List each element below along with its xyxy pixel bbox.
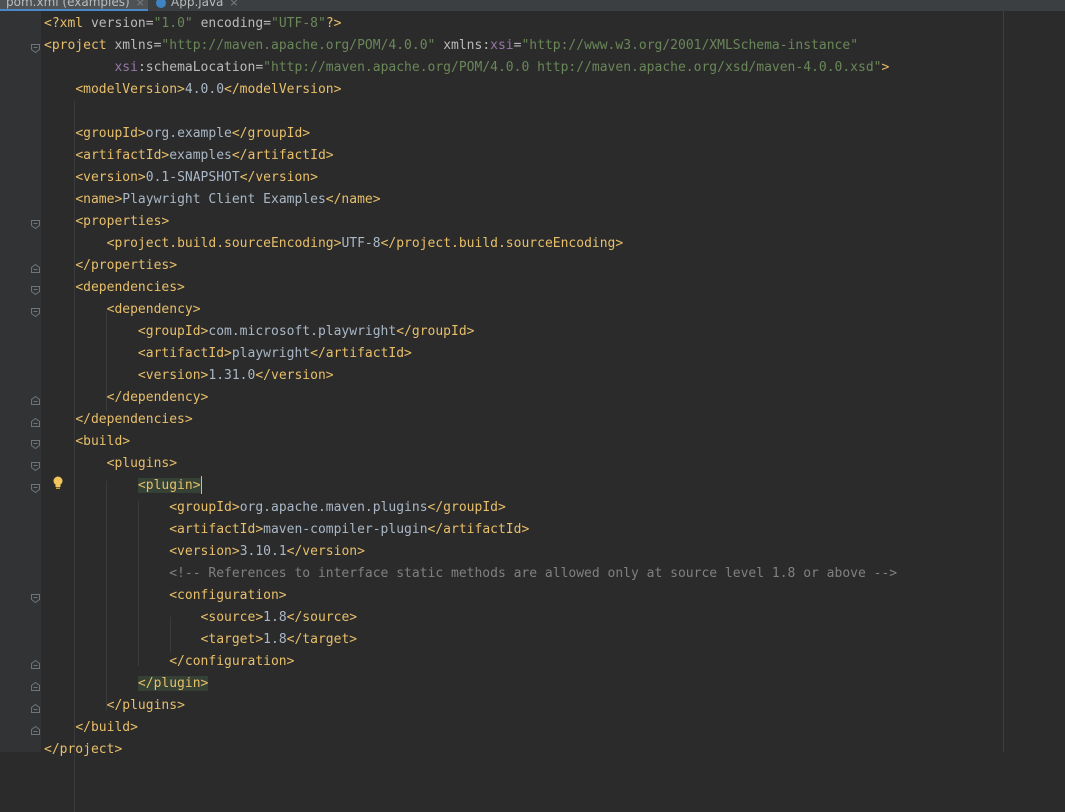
code-line: <configuration> xyxy=(169,588,287,603)
fold-marker-icon[interactable] xyxy=(31,594,40,603)
code-line: <?xml version="1.0" encoding="UTF-8"?> xyxy=(44,16,342,31)
code-line: <version>0.1-SNAPSHOT</version> xyxy=(75,170,318,185)
code-line: <target>1.8</target> xyxy=(200,632,358,647)
code-line: <project.build.sourceEncoding>UTF-8</pro… xyxy=(106,236,624,251)
code-line: </project> xyxy=(44,742,123,757)
code-line: <version>1.31.0</version> xyxy=(137,368,334,383)
fold-marker-icon[interactable] xyxy=(31,44,40,53)
fold-marker-icon[interactable] xyxy=(31,440,40,449)
fold-marker-icon[interactable] xyxy=(31,220,40,229)
fold-marker-icon[interactable] xyxy=(31,308,40,317)
code-line: </plugin> xyxy=(44,673,209,695)
java-file-icon xyxy=(156,0,166,8)
code-line: </dependency> xyxy=(106,390,209,405)
tab-label: App.java xyxy=(171,0,224,9)
code-line: <!-- References to interface static meth… xyxy=(44,563,897,585)
code-line: <build> xyxy=(75,434,131,449)
tab-label: pom.xml (examples) xyxy=(6,0,130,9)
code-line: </properties> xyxy=(75,258,178,273)
xml-comment: <!-- References to interface static meth… xyxy=(169,566,898,581)
code-line: </dependencies> xyxy=(75,412,193,427)
tab-pom-xml[interactable]: pom.xml (examples) × xyxy=(0,0,148,11)
code-line: </plugins> xyxy=(106,698,185,713)
editor-tab-bar: pom.xml (examples) × App.java × xyxy=(0,0,1065,11)
fold-marker-icon[interactable] xyxy=(31,462,40,471)
editor-gutter xyxy=(0,11,41,752)
code-line: <modelVersion>4.0.0</modelVersion> xyxy=(75,82,342,97)
text-caret xyxy=(201,476,202,494)
fold-marker-icon[interactable] xyxy=(31,286,40,295)
fold-marker-icon[interactable] xyxy=(31,704,40,713)
code-line: </build> xyxy=(75,720,138,735)
close-icon[interactable]: × xyxy=(136,0,145,9)
code-line: <dependency> xyxy=(106,302,201,317)
fold-marker-icon[interactable] xyxy=(31,264,40,273)
code-line: xsi:schemaLocation="http://maven.apache.… xyxy=(114,60,890,75)
matched-tag: <plugin> xyxy=(137,478,201,493)
fold-marker-icon[interactable] xyxy=(31,682,40,691)
code-line: <name>Playwright Client Examples</name> xyxy=(75,192,381,207)
matched-tag: </plugin> xyxy=(137,676,209,691)
code-line: <artifactId>playwright</artifactId> xyxy=(137,346,412,361)
code-line: <groupId>org.example</groupId> xyxy=(75,126,311,141)
tab-app-java[interactable]: App.java × xyxy=(150,0,256,11)
close-icon[interactable]: × xyxy=(229,0,238,9)
code-line: <dependencies> xyxy=(75,280,185,295)
code-editor[interactable]: <?xml version="1.0" encoding="UTF-8"?> <… xyxy=(41,11,1065,812)
fold-marker-icon[interactable] xyxy=(31,484,40,493)
code-line: <artifactId>maven-compiler-plugin</artif… xyxy=(169,522,530,537)
right-margin-guide xyxy=(1003,11,1004,752)
code-line: <groupId>org.apache.maven.plugins</group… xyxy=(169,500,506,515)
code-line: <version>3.10.1</version> xyxy=(169,544,365,559)
fold-marker-icon[interactable] xyxy=(31,726,40,735)
code-line: <plugin> xyxy=(44,475,201,497)
code-line: <plugins> xyxy=(106,456,178,471)
code-line: <artifactId>examples</artifactId> xyxy=(75,148,334,163)
fold-marker-icon[interactable] xyxy=(31,660,40,669)
fold-marker-icon[interactable] xyxy=(31,418,40,427)
code-line: <groupId>com.microsoft.playwright</group… xyxy=(137,324,475,339)
code-line: </configuration> xyxy=(169,654,295,669)
code-line: <properties> xyxy=(75,214,170,229)
fold-marker-icon[interactable] xyxy=(31,396,40,405)
code-line: <source>1.8</source> xyxy=(200,610,358,625)
code-line: <project xmlns="http://maven.apache.org/… xyxy=(44,38,859,53)
